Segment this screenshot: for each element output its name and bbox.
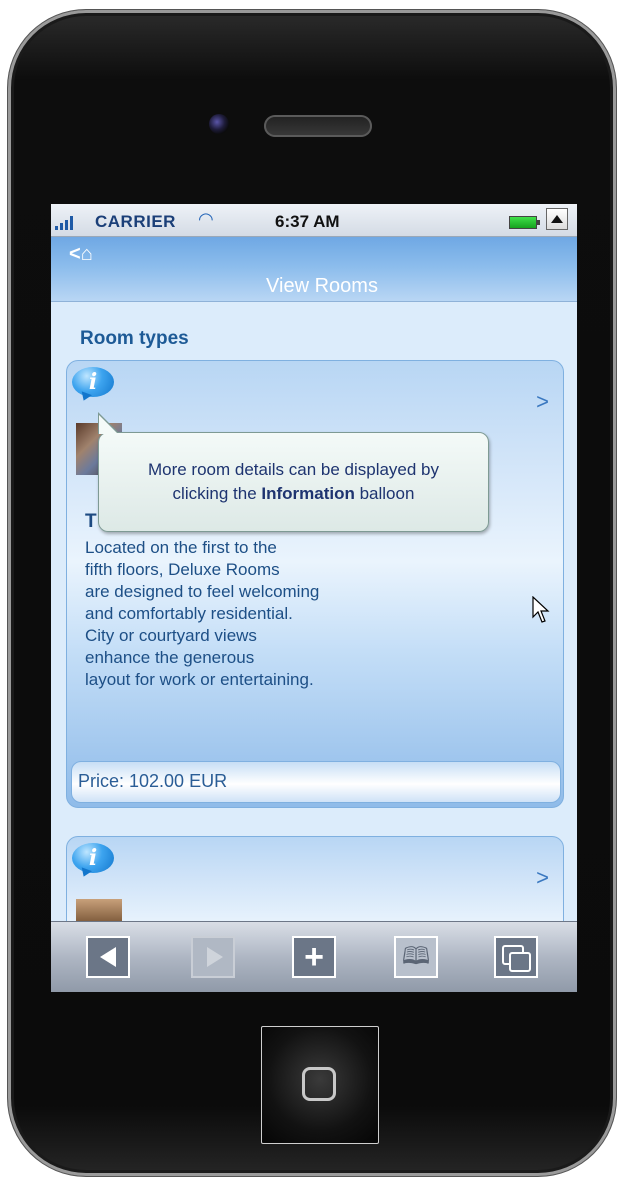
home-icon: ⌂ (80, 243, 93, 265)
info-tooltip: More room details can be displayed by cl… (98, 432, 489, 532)
chevron-right-icon[interactable]: > (536, 389, 549, 415)
back-home-button[interactable]: <⌂ (69, 243, 93, 266)
status-bar: CARRIER ◠ 6:37 AM (51, 204, 577, 237)
description-line: Located on the first to the (85, 538, 277, 557)
carrier-name: CARRIER (95, 212, 176, 231)
pages-icon[interactable] (494, 936, 538, 978)
back-arrow-icon[interactable] (86, 936, 130, 978)
room-card[interactable]: i > T Located on the first to the fifth … (66, 360, 564, 808)
chevron-right-icon[interactable]: > (536, 865, 549, 891)
tooltip-line: clicking the Information balloon (99, 482, 488, 506)
info-glyph: i (88, 845, 98, 871)
room-description: Located on the first to the fifth floors… (85, 537, 385, 691)
room-name: T (85, 511, 97, 532)
info-glyph: i (88, 369, 98, 395)
status-time: 6:37 AM (275, 212, 340, 231)
tooltip-line: More room details can be displayed by (147, 460, 440, 479)
nav-bar: <⌂ View Rooms (51, 237, 577, 302)
camera-icon (209, 114, 229, 134)
description-line: fifth floors, Deluxe Rooms (85, 560, 280, 579)
page-shape (509, 952, 531, 972)
browser-toolbar: + 🕮 (51, 921, 577, 992)
price-bar: Price: 102.00 EUR (71, 761, 561, 803)
scroll-up-arrow[interactable] (546, 208, 568, 230)
section-title: Room types (80, 328, 189, 349)
tooltip-bold-word: Information (261, 484, 355, 503)
forward-arrow-icon (191, 936, 235, 978)
home-square-icon (302, 1067, 336, 1101)
description-line: enhance the generous (85, 648, 255, 667)
tooltip-pointer-fill (99, 415, 118, 434)
phone-screen: CARRIER ◠ 6:37 AM <⌂ View Rooms Room typ… (51, 204, 577, 992)
room-price: Price: 102.00 EUR (78, 771, 228, 791)
page-title: View Rooms (266, 275, 378, 297)
home-button[interactable] (261, 1026, 379, 1144)
description-line: layout for work or entertaining. (85, 670, 314, 689)
tooltip-text-segment: clicking the (172, 484, 262, 503)
mouse-pointer-icon (532, 596, 550, 623)
signal-strength-icon (55, 216, 77, 230)
wifi-icon: ◠ (198, 209, 214, 229)
description-line: are designed to feel welcoming (85, 582, 320, 601)
room-thumbnail[interactable] (76, 899, 122, 923)
add-icon[interactable]: + (292, 936, 336, 978)
tooltip-text-segment: balloon (354, 484, 415, 503)
bookmarks-icon[interactable]: 🕮 (394, 936, 438, 978)
info-balloon-icon[interactable]: i (72, 367, 114, 401)
description-line: and comfortably residential. (85, 604, 293, 623)
info-balloon-icon[interactable]: i (72, 843, 114, 877)
battery-icon (509, 216, 540, 229)
earpiece-speaker (264, 115, 372, 137)
description-line: City or courtyard views (85, 626, 257, 645)
tooltip-text: More room details can be displayed by cl… (99, 458, 488, 506)
